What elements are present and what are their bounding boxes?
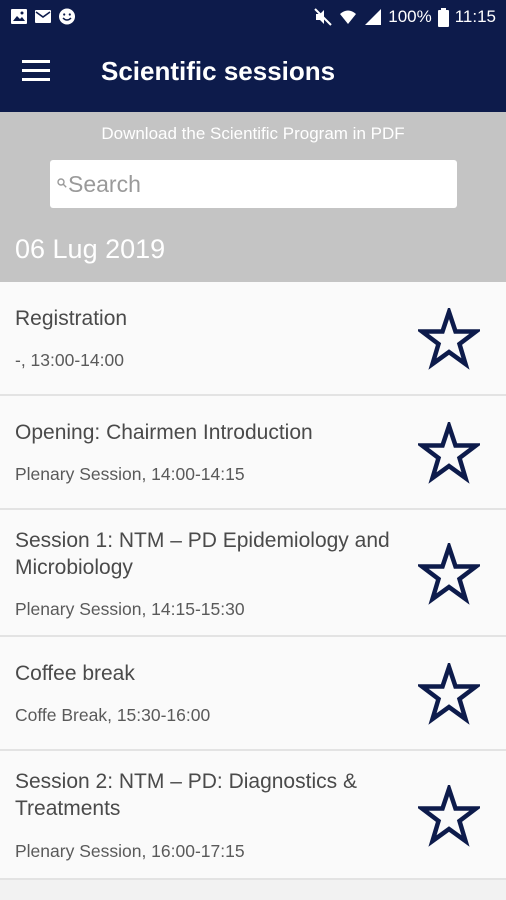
search-input[interactable] <box>68 168 448 200</box>
hamburger-menu-icon[interactable] <box>22 60 54 86</box>
wifi-icon <box>340 10 357 24</box>
battery-percent: 100% <box>388 7 432 26</box>
search-box[interactable] <box>50 160 457 208</box>
clock: 11:15 <box>454 7 496 26</box>
session-item[interactable]: Registration -, 13:00-14:00 <box>0 282 506 396</box>
session-item[interactable]: Session 2: NTM – PD: Diagnostics & Treat… <box>0 751 506 880</box>
session-item[interactable]: Session 1: NTM – PD Epidemiology and Mic… <box>0 510 506 637</box>
battery-icon <box>437 7 449 27</box>
session-item[interactable]: Opening: Chairmen Introduction Plenary S… <box>0 396 506 510</box>
image-icon <box>11 9 27 24</box>
session-title: Coffee break <box>15 662 135 685</box>
status-bar: 100% 11:15 <box>0 0 506 34</box>
session-meta: Coffe Break, 15:30-16:00 <box>15 705 211 725</box>
session-list: Registration -, 13:00-14:00 Opening: Cha… <box>0 282 506 880</box>
status-right: 100% 11:15 <box>314 7 496 27</box>
app-bar: Scientific sessions <box>0 34 506 112</box>
session-title: Opening: Chairmen Introduction <box>15 421 313 444</box>
session-meta: -, 13:00-14:00 <box>15 350 124 370</box>
session-title: Session 2: NTM – PD: Diagnostics & Treat… <box>15 770 357 820</box>
star-icon[interactable] <box>418 308 480 370</box>
session-meta: Plenary Session, 14:00-14:15 <box>15 464 245 484</box>
star-icon[interactable] <box>418 543 480 605</box>
session-meta: Plenary Session, 16:00-17:15 <box>15 841 245 861</box>
download-pdf-link[interactable]: Download the Scientific Program in PDF <box>0 124 506 144</box>
page-title: Scientific sessions <box>101 56 336 86</box>
mute-icon <box>314 8 332 26</box>
session-title: Registration <box>15 307 128 330</box>
notification-icons <box>10 8 76 25</box>
search-icon <box>57 178 67 188</box>
gallery-icon <box>35 10 51 23</box>
star-icon[interactable] <box>418 663 480 725</box>
session-item[interactable]: Coffee break Coffe Break, 15:30-16:00 <box>0 637 506 751</box>
star-icon[interactable] <box>418 422 480 484</box>
star-icon[interactable] <box>418 785 480 847</box>
session-title: Session 1: NTM – PD Epidemiology and Mic… <box>15 529 390 579</box>
signal-icon <box>365 9 382 25</box>
session-meta: Plenary Session, 14:15-15:30 <box>15 599 245 619</box>
date-header: 06 Lug 2019 <box>15 234 166 264</box>
smiley-icon <box>59 8 75 25</box>
program-header: Download the Scientific Program in PDF 0… <box>0 112 506 282</box>
